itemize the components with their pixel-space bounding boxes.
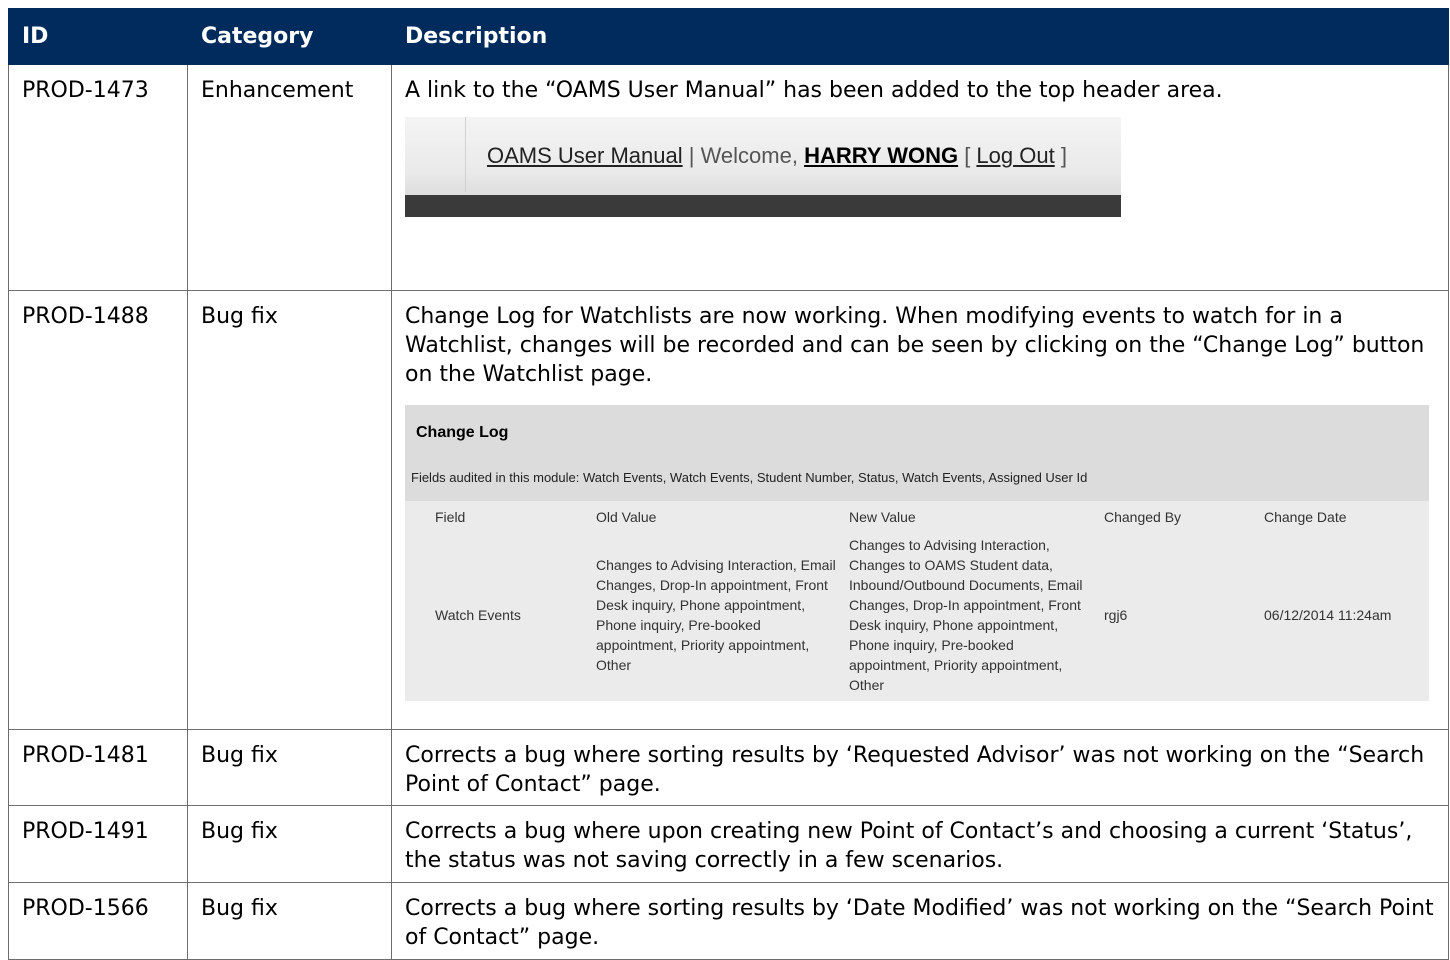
table-row: PROD-1473 Enhancement A link to the “OAM… xyxy=(8,64,1449,291)
change-log-screenshot: Change Log Fields audited in this module… xyxy=(405,405,1429,701)
row-id: PROD-1473 xyxy=(8,64,188,291)
table-row: PROD-1491 Bug fix Corrects a bug where u… xyxy=(8,805,1449,883)
table-row: PROD-1481 Bug fix Corrects a bug where s… xyxy=(8,729,1449,806)
change-log-title: Change Log xyxy=(416,424,509,441)
row-description-cell: Change Log for Watchlists are now workin… xyxy=(391,290,1449,730)
row-category: Bug fix xyxy=(187,805,392,883)
row-description-cell: A link to the “OAMS User Manual” has bee… xyxy=(391,64,1449,291)
row-category: Enhancement xyxy=(187,64,392,291)
bracket-open: [ xyxy=(958,143,977,168)
audited-fields-note: Fields audited in this module: Watch Eve… xyxy=(411,470,1088,485)
col-old-value: Old Value xyxy=(596,509,657,525)
row-category: Bug fix xyxy=(187,882,392,960)
header-area-screenshot: OAMS User Manual | Welcome, HARRY WONG [… xyxy=(405,117,1121,217)
entry-old-value: Changes to Advising Interaction, Email C… xyxy=(596,557,836,673)
col-change-date: Change Date xyxy=(1264,509,1347,525)
col-changed-by: Changed By xyxy=(1104,509,1182,525)
divider xyxy=(465,117,466,192)
table-row: PROD-1488 Bug fix Change Log for Watchli… xyxy=(8,290,1449,730)
entry-change-date: 06/12/2014 11:24am xyxy=(1264,607,1392,623)
change-log-grid: Field Old Value New Value Changed By Cha… xyxy=(405,501,1429,701)
entry-field: Watch Events xyxy=(435,607,521,623)
row-description: Corrects a bug where upon creating new P… xyxy=(391,805,1449,883)
col-new-value: New Value xyxy=(849,509,916,525)
nav-bar xyxy=(405,195,1121,217)
row-description: Change Log for Watchlists are now workin… xyxy=(405,304,1425,387)
row-id: PROD-1491 xyxy=(8,805,188,883)
table-row: PROD-1566 Bug fix Corrects a bug where s… xyxy=(8,882,1449,960)
log-out-link[interactable]: Log Out xyxy=(976,143,1054,168)
header-description: Description xyxy=(391,8,1449,65)
entry-new-value: Changes to Advising Interaction, Changes… xyxy=(849,537,1083,693)
user-manual-link[interactable]: OAMS User Manual xyxy=(487,143,683,168)
row-category: Bug fix xyxy=(187,290,392,730)
header-id: ID xyxy=(8,8,188,65)
row-category: Bug fix xyxy=(187,729,392,806)
row-id: PROD-1566 xyxy=(8,882,188,960)
welcome-text: | Welcome, xyxy=(682,143,805,168)
bracket-close: ] xyxy=(1054,143,1067,168)
release-notes-table: ID Category Description PROD-1473 Enhanc… xyxy=(8,8,1449,960)
col-field: Field xyxy=(435,509,466,525)
row-description: Corrects a bug where sorting results by … xyxy=(391,882,1449,960)
row-id: PROD-1488 xyxy=(8,290,188,730)
entry-changed-by: rgj6 xyxy=(1104,607,1128,623)
row-description: A link to the “OAMS User Manual” has bee… xyxy=(405,78,1223,103)
change-log-header: Change Log Fields audited in this module… xyxy=(405,405,1429,501)
user-name-link[interactable]: HARRY WONG xyxy=(804,143,958,168)
header-links: OAMS User Manual | Welcome, HARRY WONG [… xyxy=(487,141,1067,170)
header-category: Category xyxy=(187,8,392,65)
row-description: Corrects a bug where sorting results by … xyxy=(391,729,1449,806)
table-header-row: ID Category Description xyxy=(8,8,1449,65)
row-id: PROD-1481 xyxy=(8,729,188,806)
